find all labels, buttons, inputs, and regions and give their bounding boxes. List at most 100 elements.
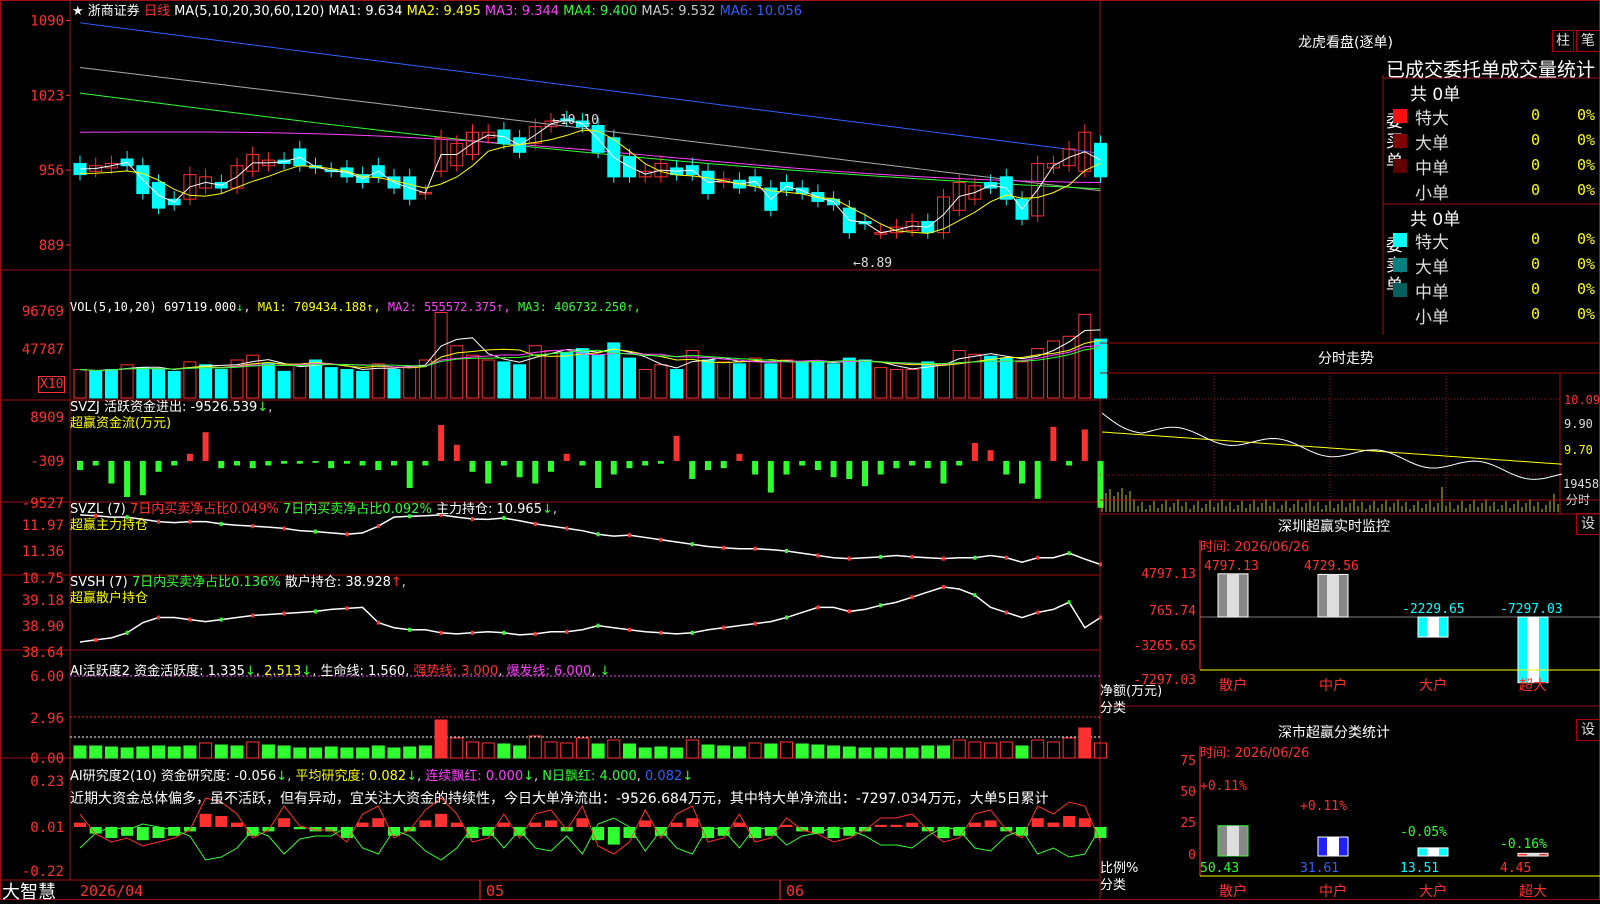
- ai-activity-bar: [261, 744, 275, 759]
- svzj-bar: [1003, 461, 1010, 475]
- svzj-bar: [563, 453, 570, 461]
- svzj-bar: [124, 461, 131, 497]
- ratio-value: 50.43: [1200, 861, 1239, 876]
- monitor-category: 大户: [1419, 677, 1447, 694]
- svzl-marker: [816, 553, 820, 558]
- svsh-marker: [94, 637, 98, 642]
- svzj-bar: [532, 461, 539, 484]
- volume-header: VOL(5,10,20) 697119.000↓, MA1: 709434.18…: [70, 300, 641, 314]
- ratio-tick: 75: [1180, 754, 1196, 769]
- svzl-marker: [942, 556, 945, 561]
- volume-bar: [591, 354, 605, 399]
- volume-bar: [481, 359, 495, 399]
- svzl-tick: 10.75: [22, 571, 64, 587]
- volume-bar: [623, 357, 636, 399]
- svsh-marker: [533, 631, 537, 636]
- research-tick: 0.01: [30, 820, 64, 836]
- low-annotation: ←8.89: [853, 256, 892, 271]
- svzl-marker: [879, 554, 883, 559]
- research-bar: [325, 827, 338, 832]
- ai-activity-bar: [403, 746, 417, 759]
- ai-activity-bar: [591, 743, 605, 759]
- svzj-bar: [987, 450, 994, 461]
- svzj-bar: [893, 461, 900, 469]
- volume-bar: [670, 369, 684, 399]
- svzl-marker: [690, 542, 694, 547]
- volume-bar: [466, 354, 479, 399]
- svsh-marker: [1036, 610, 1040, 615]
- volume-bar: [1046, 340, 1060, 399]
- vol-ma-MA1: MA1: 709434.188↑,: [257, 300, 388, 314]
- volume-bar: [199, 364, 213, 399]
- monitor-bar-shine: [1327, 574, 1339, 617]
- svzj-bar: [595, 461, 602, 488]
- research-bar: [874, 824, 887, 827]
- monitor-settings-button[interactable]: 设: [1576, 513, 1600, 535]
- ai-activity-bar: [309, 747, 322, 759]
- svzj-bar: [736, 453, 743, 461]
- ratio-category: 散户: [1219, 883, 1247, 900]
- ai-activity-bar: [575, 737, 589, 759]
- bar-view-button[interactable]: 柱: [1552, 30, 1574, 52]
- ma-value-MA3: MA3: 9.344: [480, 4, 560, 19]
- dragon-tiger-header: 已成交委托单成交量统计: [1386, 59, 1596, 81]
- ratio-tick: 25: [1180, 816, 1196, 831]
- svzj-bar: [328, 461, 335, 469]
- research-bar: [639, 820, 652, 827]
- svzj-bar: [406, 461, 413, 488]
- svzl-marker: [1036, 555, 1040, 560]
- research-bar: [152, 827, 165, 838]
- star-icon[interactable]: ★: [72, 4, 84, 19]
- price-ma-line-0: [79, 22, 1101, 154]
- price-tick: 1090: [30, 14, 64, 30]
- ratio-settings-button[interactable]: 设: [1576, 719, 1600, 741]
- price-ma-line-2: [79, 92, 1101, 190]
- volume-bar: [560, 351, 574, 399]
- ratio-category: 超大: [1519, 884, 1547, 900]
- svsh-marker: [722, 625, 726, 630]
- volume-bar: [1078, 313, 1092, 399]
- research-bar: [780, 824, 793, 827]
- svzl-header: SVZL (7) 7日内买卖净占比0.049% 7日内买卖净占比0.092% 主…: [70, 502, 558, 533]
- svsh-marker: [847, 609, 851, 614]
- research-bar: [231, 822, 243, 827]
- volume-bar: [575, 348, 589, 399]
- svzj-header: SVZJ 活跃资金进出: -9526.539↓, 超赢资金流(万元): [70, 400, 273, 431]
- svzj-bar: [1050, 426, 1057, 461]
- monitor-category: 超大: [1519, 678, 1547, 694]
- pen-view-button[interactable]: 笔: [1576, 30, 1600, 52]
- svsh-tick: 38.90: [22, 619, 64, 635]
- ai-activity-bar: [544, 741, 558, 759]
- volume-bar: [120, 364, 134, 399]
- price-tick: 956: [39, 163, 64, 179]
- ai-activity-bar: [466, 741, 479, 759]
- research-bar: [670, 822, 683, 827]
- svzj-bar: [814, 461, 821, 470]
- svzj-bar: [469, 461, 476, 472]
- svzj-bar: [720, 461, 727, 469]
- ma-value-MA6: MA6: 10.056: [715, 4, 803, 19]
- volume-unit-badge[interactable]: X10: [38, 376, 66, 393]
- dt-row-小单: 小单 0 0%: [1383, 179, 1600, 204]
- ratio-category: 大户: [1419, 883, 1447, 900]
- volume-bar: [277, 370, 291, 399]
- research-bar: [372, 818, 385, 827]
- svsh-marker: [1004, 610, 1008, 615]
- svsh-marker: [219, 617, 223, 622]
- period-label[interactable]: 日线: [144, 4, 170, 19]
- volume-bar: [638, 369, 652, 399]
- ai-activity-header: AI活跃度2 资金活跃度: 1.335↓, 2.513↓, 生命线: 1.560…: [70, 664, 611, 679]
- monitor-value: 4797.13: [1204, 559, 1259, 574]
- volume-bar: [73, 369, 87, 399]
- ratio-value: 13.51: [1400, 861, 1439, 876]
- monitor-value: 4729.56: [1304, 559, 1359, 574]
- svsh-tick: 38.64: [22, 645, 64, 661]
- research-bar: [984, 820, 997, 827]
- svzj-bar: [186, 453, 193, 461]
- research-bar: [215, 816, 228, 827]
- svzj-bar: [767, 461, 774, 493]
- vol-ma-line-2: [79, 345, 1101, 371]
- svzj-bar: [971, 443, 978, 461]
- ai-activity-bar: [387, 747, 401, 759]
- svzj-bar: [139, 461, 146, 496]
